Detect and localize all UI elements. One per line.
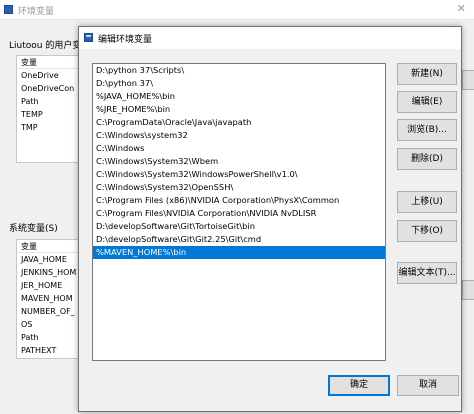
list-item[interactable]: NUMBER_OF_: [17, 305, 79, 318]
dialog-titlebar: 编辑环境变量: [79, 27, 461, 49]
list-header[interactable]: 变量: [17, 56, 79, 69]
path-item[interactable]: C:\Windows\System32\WindowsPowerShell\v1…: [93, 168, 385, 181]
ok-button[interactable]: 确定: [328, 375, 390, 396]
list-header[interactable]: 变量: [17, 240, 79, 253]
path-item-selected[interactable]: %MAVEN_HOME%\bin: [93, 246, 385, 259]
path-item[interactable]: D:\developSoftware\Git\TortoiseGit\bin: [93, 220, 385, 233]
path-item[interactable]: D:\python 37\: [93, 77, 385, 90]
cancel-button[interactable]: 取消: [397, 375, 459, 396]
path-item[interactable]: %JRE_HOME%\bin: [93, 103, 385, 116]
background-button[interactable]: [462, 70, 474, 90]
path-list[interactable]: D:\python 37\Scripts\ D:\python 37\ %JAV…: [92, 63, 386, 361]
dialog-title: 编辑环境变量: [98, 35, 153, 45]
move-up-button[interactable]: 上移(U): [397, 191, 457, 213]
window-title: 环境变量: [18, 7, 55, 17]
window-icon: [84, 33, 93, 42]
edit-button[interactable]: 编辑(E): [397, 91, 457, 113]
background-right-edge: [462, 22, 474, 414]
list-item[interactable]: OneDriveCon: [17, 82, 79, 95]
list-item[interactable]: JENKINS_HOM: [17, 266, 79, 279]
list-item[interactable]: PATHEXT: [17, 344, 79, 357]
path-item[interactable]: D:\developSoftware\Git\Git2.25\Git\cmd: [93, 233, 385, 246]
path-item[interactable]: C:\Windows\System32\OpenSSH\: [93, 181, 385, 194]
delete-button[interactable]: 删除(D): [397, 148, 457, 170]
list-item[interactable]: JER_HOME: [17, 279, 79, 292]
window-icon: [4, 5, 13, 14]
background-button[interactable]: [462, 280, 474, 300]
window-titlebar: 环境变量 ✕: [0, 0, 474, 20]
browse-button[interactable]: 浏览(B)...: [397, 119, 457, 141]
edit-text-button[interactable]: 编辑文本(T)...: [397, 262, 457, 284]
move-down-button[interactable]: 下移(O): [397, 220, 457, 242]
path-item[interactable]: C:\Windows: [93, 142, 385, 155]
user-variables-list[interactable]: 变量 OneDrive OneDriveCon Path TEMP TMP: [16, 55, 80, 163]
list-item[interactable]: OneDrive: [17, 69, 79, 82]
path-item[interactable]: C:\ProgramData\Oracle\Java\javapath: [93, 116, 385, 129]
list-item[interactable]: MAVEN_HOM: [17, 292, 79, 305]
path-item[interactable]: %JAVA_HOME%\bin: [93, 90, 385, 103]
list-item[interactable]: TEMP: [17, 108, 79, 121]
list-item[interactable]: OS: [17, 318, 79, 331]
new-button[interactable]: 新建(N): [397, 63, 457, 85]
list-item[interactable]: TMP: [17, 121, 79, 134]
path-item[interactable]: C:\Windows\System32\Wbem: [93, 155, 385, 168]
close-icon[interactable]: ✕: [457, 2, 466, 15]
list-item[interactable]: Path: [17, 331, 79, 344]
edit-environment-variable-dialog: 编辑环境变量 D:\python 37\Scripts\ D:\python 3…: [78, 26, 462, 412]
user-variables-label: Liutoou 的用户变: [9, 41, 82, 51]
system-variables-list[interactable]: 变量 JAVA_HOME JENKINS_HOM JER_HOME MAVEN_…: [16, 239, 80, 359]
path-item[interactable]: D:\python 37\Scripts\: [93, 64, 385, 77]
path-item[interactable]: C:\Windows\system32: [93, 129, 385, 142]
list-item[interactable]: JAVA_HOME: [17, 253, 79, 266]
path-item[interactable]: C:\Program Files (x86)\NVIDIA Corporatio…: [93, 194, 385, 207]
system-variables-label: 系统变量(S): [9, 224, 58, 234]
path-item[interactable]: C:\Program Files\NVIDIA Corporation\NVID…: [93, 207, 385, 220]
list-item[interactable]: Path: [17, 95, 79, 108]
